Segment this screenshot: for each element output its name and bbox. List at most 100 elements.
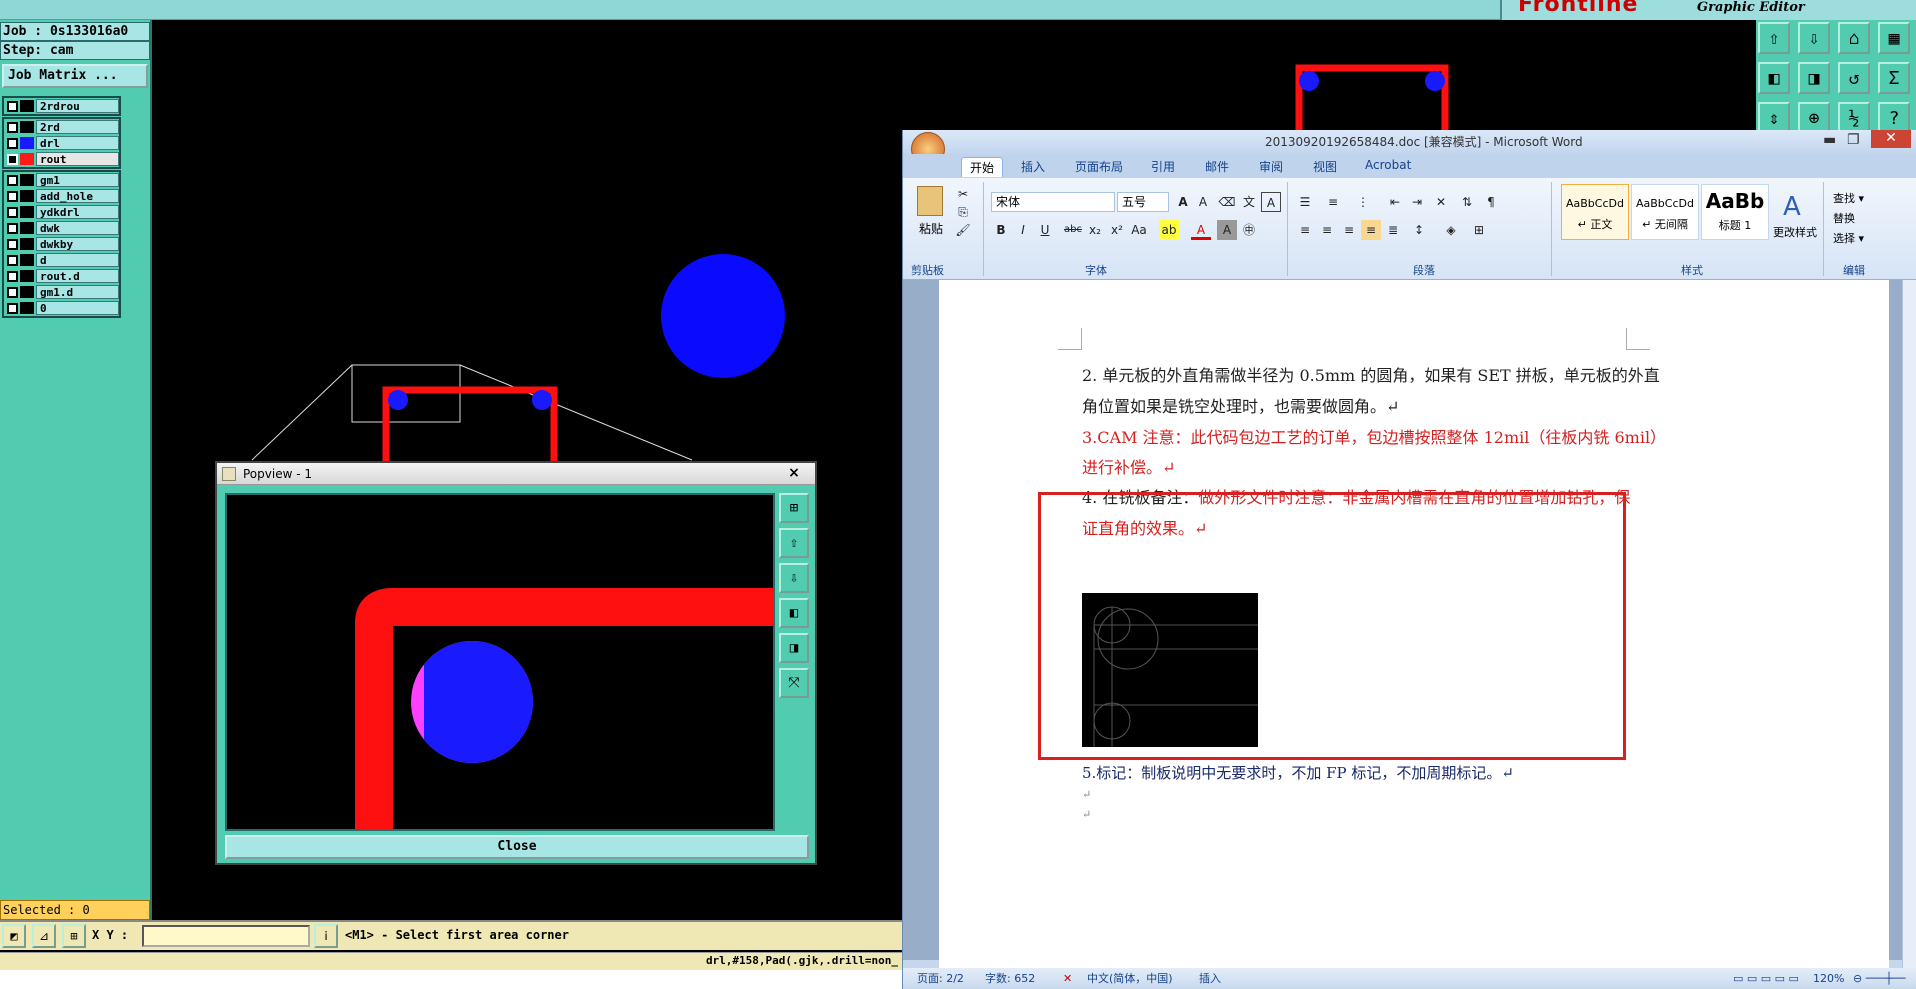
- line-spacing-icon[interactable]: ↕: [1409, 220, 1429, 240]
- layer-checkbox[interactable]: [7, 174, 18, 186]
- tab-insert[interactable]: 插入: [1021, 158, 1045, 175]
- layer-checkbox[interactable]: [7, 153, 18, 165]
- change-styles-label[interactable]: 更改样式: [1773, 224, 1817, 240]
- close-button[interactable]: Close: [225, 835, 809, 859]
- font-color-icon[interactable]: A: [1191, 220, 1211, 240]
- grid-icon[interactable]: ▦: [1878, 22, 1910, 54]
- layer-row[interactable]: drl: [4, 135, 119, 151]
- bullets-icon[interactable]: ☰: [1295, 192, 1315, 212]
- copy-icon[interactable]: ⎘: [953, 202, 973, 222]
- sort-icon[interactable]: ⇅: [1457, 192, 1477, 212]
- replace-button[interactable]: 替换: [1833, 210, 1855, 226]
- close-icon[interactable]: ×: [781, 464, 807, 482]
- layer-row[interactable]: ydkdrl: [4, 204, 119, 220]
- redraw-icon[interactable]: ↺: [1838, 62, 1870, 94]
- tab-mailings[interactable]: 邮件: [1205, 158, 1229, 175]
- distribute-icon[interactable]: ≣: [1383, 220, 1403, 240]
- layer-row[interactable]: dwkby: [4, 236, 119, 252]
- measure-icon[interactable]: ⊿: [32, 924, 56, 948]
- layer-row[interactable]: gm1: [4, 172, 119, 188]
- char-shading-icon[interactable]: A: [1217, 220, 1237, 240]
- tab-review[interactable]: 审阅: [1259, 158, 1283, 175]
- minimize-icon[interactable]: ▬: [1823, 130, 1836, 152]
- increase-indent-icon[interactable]: ⇥: [1407, 192, 1427, 212]
- layer-checkbox[interactable]: [7, 222, 18, 234]
- pan-right-icon[interactable]: ◨: [1798, 62, 1830, 94]
- align-center-icon[interactable]: ≡: [1317, 220, 1337, 240]
- layer-checkbox[interactable]: [7, 206, 18, 218]
- zoom-slider[interactable]: ⊖ ───┼── ⊕: [1853, 968, 1916, 989]
- document-page[interactable]: 2. 单元板的外直角需做半径为 0.5mm 的圆角，如果有 SET 拼板，单元板…: [939, 280, 1889, 980]
- justify-icon[interactable]: ≡: [1361, 220, 1381, 240]
- change-styles-icon[interactable]: A: [1783, 192, 1801, 222]
- page-count[interactable]: 页面: 2/2: [917, 968, 964, 989]
- zoom-out-icon[interactable]: ⇩: [779, 563, 809, 593]
- shading-icon[interactable]: ◈: [1441, 220, 1461, 240]
- paste-label[interactable]: 粘贴: [919, 220, 943, 237]
- paste-icon[interactable]: [917, 186, 943, 216]
- maximize-icon[interactable]: ❐: [1847, 130, 1860, 152]
- layer-checkbox[interactable]: [7, 137, 18, 149]
- style-heading-1[interactable]: AaBb 标题 1: [1701, 184, 1769, 240]
- language[interactable]: 中文(简体，中国): [1087, 968, 1173, 989]
- tab-references[interactable]: 引用: [1151, 158, 1175, 175]
- char-border-icon[interactable]: A: [1261, 192, 1281, 212]
- highlight-icon[interactable]: ab: [1159, 220, 1179, 240]
- layer-checkbox[interactable]: [7, 121, 18, 133]
- italic-icon[interactable]: I: [1013, 220, 1033, 240]
- view-buttons[interactable]: ▭ ▭ ▭ ▭ ▭: [1733, 968, 1799, 989]
- vertical-scrollbar[interactable]: [1902, 280, 1916, 968]
- insert-mode[interactable]: 插入: [1199, 968, 1221, 989]
- layer-row[interactable]: rout.d: [4, 268, 119, 284]
- change-case-icon[interactable]: Aa: [1129, 220, 1149, 240]
- layer-checkbox[interactable]: [7, 190, 18, 202]
- zoom-in-icon[interactable]: ⇩: [1798, 22, 1830, 54]
- zoom-in-icon[interactable]: ⇧: [779, 528, 809, 558]
- word-count[interactable]: 字数: 652: [985, 968, 1035, 989]
- align-left-icon[interactable]: ≡: [1295, 220, 1315, 240]
- pan-right-icon[interactable]: ◨: [779, 633, 809, 663]
- font-size-select[interactable]: 五号: [1117, 192, 1169, 212]
- fit-icon[interactable]: ⊞: [779, 493, 809, 523]
- chinese-layout-icon[interactable]: ✕: [1431, 192, 1451, 212]
- format-painter-icon[interactable]: 🖌: [953, 220, 973, 240]
- grow-font-icon[interactable]: A: [1173, 192, 1193, 212]
- layer-row[interactable]: 2rdrou: [4, 98, 119, 114]
- shrink-font-icon[interactable]: A: [1193, 192, 1213, 212]
- style-normal[interactable]: AaBbCcDd ↵ 正文: [1561, 184, 1629, 240]
- home-icon[interactable]: ⌂: [1838, 22, 1870, 54]
- expand-icon[interactable]: ⤧: [779, 668, 809, 698]
- layer-row[interactable]: d: [4, 252, 119, 268]
- layer-row[interactable]: dwk: [4, 220, 119, 236]
- xy-input[interactable]: [142, 925, 310, 947]
- tab-page-layout[interactable]: 页面布局: [1075, 158, 1123, 175]
- underline-icon[interactable]: U: [1035, 220, 1055, 240]
- layer-row[interactable]: 2rd: [4, 119, 119, 135]
- strikethrough-icon[interactable]: abc: [1063, 220, 1083, 240]
- decrease-indent-icon[interactable]: ⇤: [1385, 192, 1405, 212]
- info-icon[interactable]: ⅰ: [314, 924, 338, 948]
- layer-checkbox[interactable]: [7, 238, 18, 250]
- enclose-char-icon[interactable]: ㊥: [1239, 220, 1259, 240]
- font-name-select[interactable]: 宋体: [991, 192, 1115, 212]
- layer-checkbox[interactable]: [7, 254, 18, 266]
- layer-checkbox[interactable]: [7, 270, 18, 282]
- show-marks-icon[interactable]: ¶: [1481, 192, 1501, 212]
- bold-icon[interactable]: B: [991, 220, 1011, 240]
- superscript-icon[interactable]: x²: [1107, 220, 1127, 240]
- layer-row[interactable]: 0: [4, 300, 119, 316]
- tab-home[interactable]: 开始: [961, 157, 1004, 177]
- cut-icon[interactable]: ✂: [953, 184, 973, 204]
- tab-acrobat[interactable]: Acrobat: [1365, 158, 1411, 172]
- layer-row-selected[interactable]: rout: [4, 151, 119, 167]
- clear-format-icon[interactable]: ⌫: [1217, 192, 1237, 212]
- phonetic-icon[interactable]: 文: [1239, 192, 1259, 212]
- style-no-spacing[interactable]: AaBbCcDd ↵ 无间隔: [1631, 184, 1699, 240]
- popview-canvas[interactable]: [225, 493, 775, 831]
- align-right-icon[interactable]: ≡: [1339, 220, 1359, 240]
- select-button[interactable]: 选择 ▾: [1833, 230, 1864, 246]
- layer-row[interactable]: add_hole: [4, 188, 119, 204]
- pan-left-icon[interactable]: ◧: [1758, 62, 1790, 94]
- snap-icon[interactable]: Σ: [1878, 62, 1910, 94]
- proofing-icon[interactable]: ✕: [1063, 968, 1072, 989]
